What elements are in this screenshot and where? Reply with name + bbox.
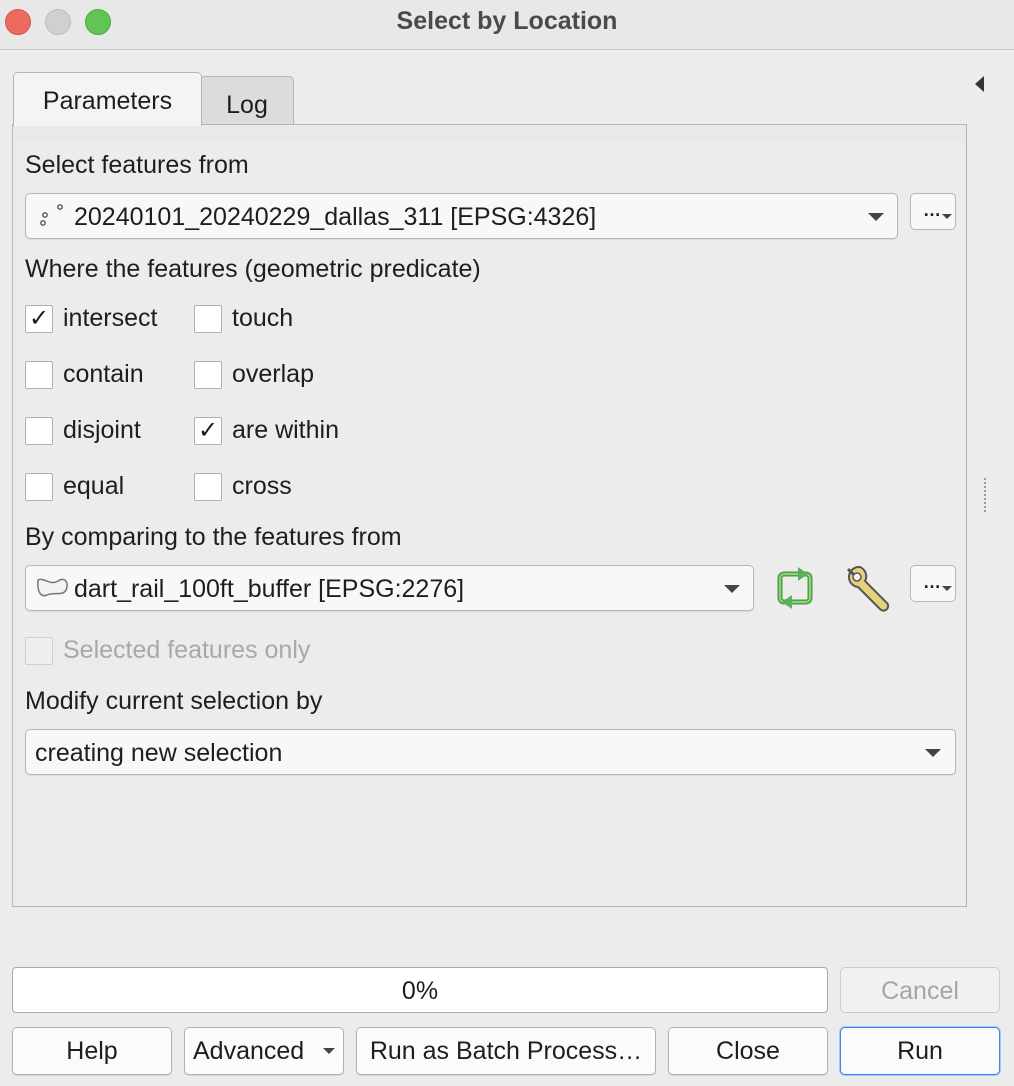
help-button[interactable]: Help	[12, 1027, 172, 1075]
ellipsis-icon: …	[923, 200, 941, 220]
checkbox-touch[interactable]	[194, 305, 222, 333]
run-batch-button[interactable]: Run as Batch Process…	[356, 1027, 656, 1075]
checkbox-label: touch	[232, 304, 294, 332]
checkbox-equal[interactable]	[25, 473, 53, 501]
iterate-icon[interactable]	[772, 566, 820, 617]
tab-parameters[interactable]: Parameters	[13, 72, 202, 126]
predicate-label: Where the features (geometric predicate)	[25, 255, 481, 283]
checkbox-cross[interactable]	[194, 473, 222, 501]
checkbox-label: disjoint	[63, 416, 141, 444]
chevron-down-icon	[942, 214, 952, 219]
compare-to-options-button[interactable]: …	[910, 565, 956, 602]
chevron-down-icon	[323, 1048, 335, 1054]
select-from-combo[interactable]: 20240101_20240229_dallas_311 [EPSG:4326]	[25, 193, 898, 239]
splitter-handle[interactable]	[984, 478, 986, 512]
chevron-down-icon	[868, 213, 884, 221]
chevron-down-icon	[724, 585, 740, 593]
checkbox-label: contain	[63, 360, 144, 388]
progress-bar: 0%	[12, 967, 828, 1013]
wrench-icon[interactable]	[842, 563, 894, 622]
chevron-down-icon	[942, 586, 952, 591]
title-bar: Select by Location	[0, 0, 1014, 50]
checkbox-overlap[interactable]	[194, 361, 222, 389]
checkbox-label: equal	[63, 472, 125, 500]
advanced-button[interactable]: Advanced	[184, 1027, 344, 1075]
checkbox-are-within[interactable]: ✓	[194, 417, 222, 445]
checkbox-label: intersect	[63, 304, 158, 332]
modify-selection-combo[interactable]: creating new selection	[25, 729, 956, 775]
select-from-label: Select features from	[25, 151, 249, 179]
run-button[interactable]: Run	[840, 1027, 1000, 1075]
chevron-down-icon	[925, 749, 941, 757]
ellipsis-icon: …	[923, 572, 941, 592]
close-button[interactable]: Close	[668, 1027, 828, 1075]
point-layer-icon	[38, 203, 66, 236]
modify-selection-label: Modify current selection by	[25, 687, 323, 715]
progress-text: 0%	[401, 977, 439, 1005]
checkbox-label: are within	[232, 416, 339, 444]
select-from-value: 20240101_20240229_dallas_311 [EPSG:4326]	[74, 203, 597, 231]
checkbox-label: overlap	[232, 360, 314, 388]
checkbox-selected-only	[25, 637, 53, 665]
modify-selection-value: creating new selection	[35, 739, 283, 767]
checkbox-intersect[interactable]: ✓	[25, 305, 53, 333]
collapse-panel-icon[interactable]	[975, 76, 984, 92]
select-from-options-button[interactable]: …	[910, 193, 956, 230]
compare-to-label: By comparing to the features from	[25, 523, 402, 551]
checkbox-label: cross	[232, 472, 292, 500]
window-title: Select by Location	[396, 7, 618, 35]
tab-log[interactable]: Log	[200, 76, 294, 124]
advanced-label: Advanced	[193, 1037, 305, 1065]
checkbox-disjoint[interactable]	[25, 417, 53, 445]
compare-to-value: dart_rail_100ft_buffer [EPSG:2276]	[74, 575, 465, 603]
cancel-button: Cancel	[840, 967, 1000, 1013]
checkbox-contain[interactable]	[25, 361, 53, 389]
polygon-layer-icon	[36, 576, 70, 607]
compare-to-combo[interactable]: dart_rail_100ft_buffer [EPSG:2276]	[25, 565, 754, 611]
checkbox-label: Selected features only	[63, 636, 311, 664]
